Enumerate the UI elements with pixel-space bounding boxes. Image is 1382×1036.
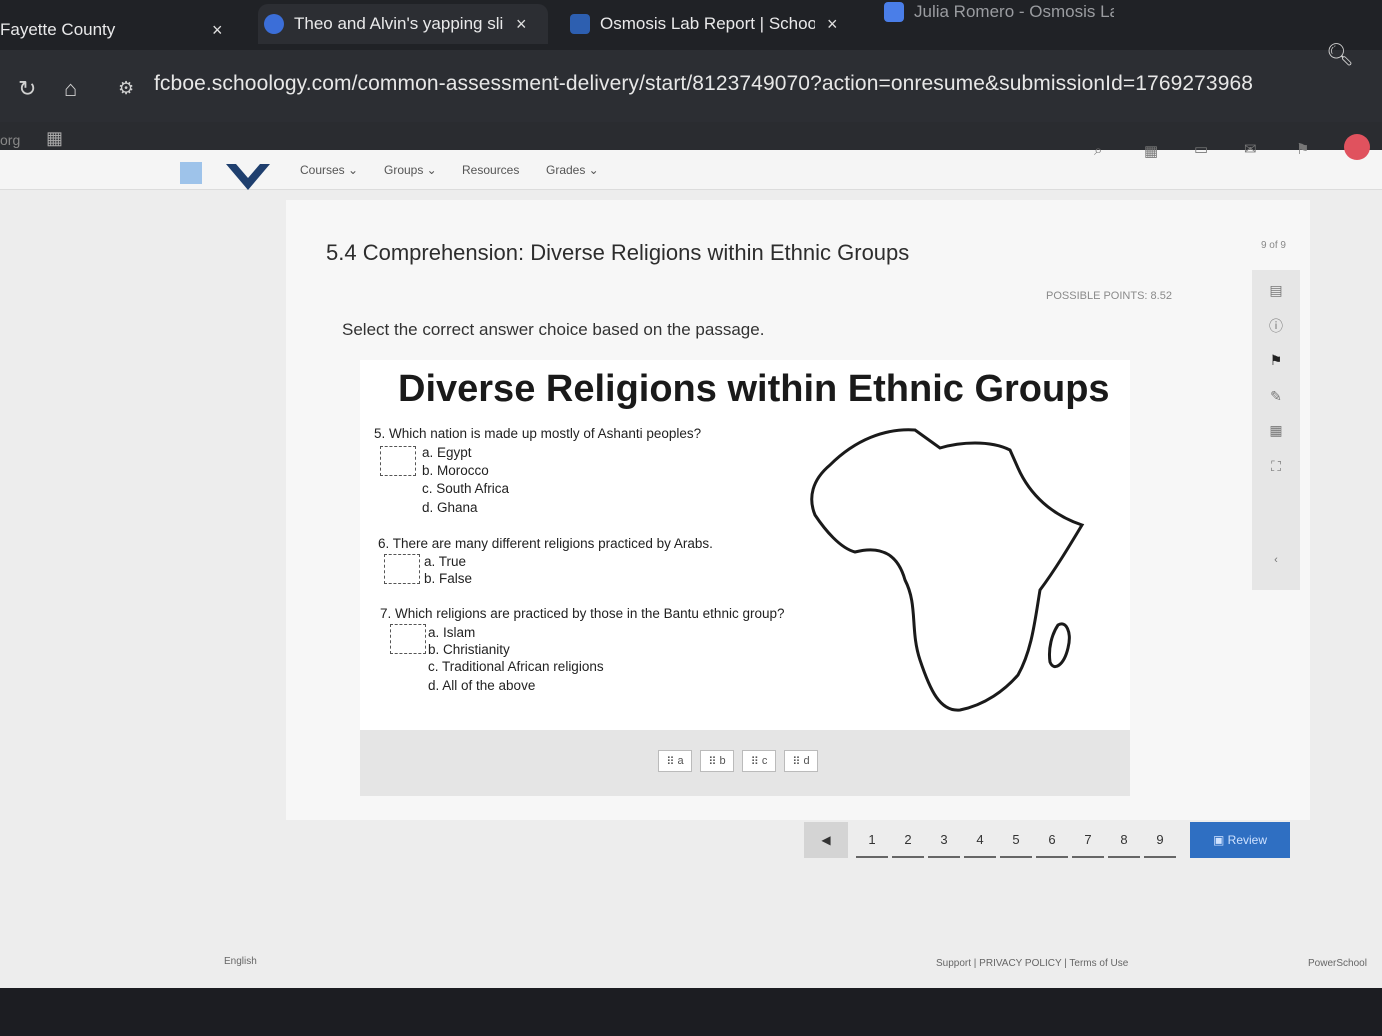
- drag-choice-b[interactable]: ⠿ b: [700, 750, 734, 772]
- page-2-button[interactable]: 2: [892, 822, 924, 858]
- question-7: 7. Which religions are practiced by thos…: [380, 606, 785, 621]
- page-1-button[interactable]: 1: [856, 822, 888, 858]
- page-footer: English Support | PRIVACY POLICY | Terms…: [0, 950, 1382, 980]
- previous-question-button[interactable]: ◀: [804, 822, 848, 858]
- drag-handle-icon: ⠿: [792, 755, 804, 768]
- africa-map-icon: [810, 428, 1085, 712]
- powerschool-logo-icon: [180, 162, 202, 184]
- highlighter-icon[interactable]: ✎: [1266, 386, 1286, 406]
- browser-address-bar: ↻ ⌂ ⚙ fcboe.schoology.com/common-assessm…: [0, 42, 1382, 122]
- docs-favicon-icon: [884, 2, 904, 22]
- fullscreen-icon[interactable]: ⛶: [1266, 456, 1286, 476]
- tab-title: Fayette County: [0, 20, 116, 39]
- drag-handle-icon: ⠿: [750, 755, 762, 768]
- passage-image: Diverse Religions within Ethnic Groups 5…: [360, 360, 1130, 730]
- close-tab-icon[interactable]: ×: [212, 20, 223, 41]
- option: b. False: [424, 571, 473, 586]
- footer-links[interactable]: Support | PRIVACY POLICY | Terms of Use: [936, 958, 1128, 969]
- drag-choice-a[interactable]: ⠿ a: [658, 750, 692, 772]
- bookmark-org[interactable]: org: [0, 132, 20, 148]
- schoology-logo-icon[interactable]: [226, 160, 270, 194]
- assessment-title: 5.4 Comprehension: Diverse Religions wit…: [326, 240, 910, 265]
- option: b. Morocco: [422, 463, 489, 478]
- apps-icon[interactable]: ▦: [1144, 142, 1162, 160]
- answer-choices-tray: ⠿ a ⠿ b ⠿ c ⠿ d: [360, 730, 1130, 796]
- page-3-button[interactable]: 3: [928, 822, 960, 858]
- flag-icon[interactable]: ⚑: [1266, 350, 1286, 370]
- question-instruction: Select the correct answer choice based o…: [342, 320, 765, 339]
- option: a. Islam: [428, 625, 476, 640]
- answer-drop-box-5[interactable]: [380, 446, 416, 476]
- passage-title: Diverse Religions within Ethnic Groups: [398, 368, 1110, 410]
- review-icon: ▣: [1212, 833, 1228, 847]
- answer-drop-box-6[interactable]: [384, 554, 420, 584]
- tab-julia-romero[interactable]: Julia Romero - Osmosis Lab: [884, 0, 1184, 32]
- answer-drop-box-7[interactable]: [390, 624, 426, 654]
- notifications-icon[interactable]: ⚑: [1296, 140, 1314, 158]
- schoology-favicon-icon: [570, 14, 590, 34]
- drag-handle-icon: ⠿: [708, 755, 720, 768]
- drag-choice-d[interactable]: ⠿ d: [784, 750, 818, 772]
- url-field[interactable]: fcboe.schoology.com/common-assessment-de…: [154, 72, 1253, 96]
- info-icon[interactable]: ⓘ: [1266, 316, 1286, 336]
- nav-groups[interactable]: Groups ⌄: [384, 163, 437, 177]
- question-counter: 9 of 9: [1260, 240, 1286, 251]
- assessment-panel: 5.4 Comprehension: Diverse Religions wit…: [286, 200, 1310, 820]
- option: c. Traditional African religions: [428, 659, 604, 674]
- calendar-icon[interactable]: ▭: [1194, 140, 1212, 158]
- page-6-button[interactable]: 6: [1036, 822, 1068, 858]
- option: c. South Africa: [422, 481, 510, 496]
- schoology-top-nav: Courses ⌄ Groups ⌄ Resources Grades ⌄ ⌕ …: [0, 134, 1382, 190]
- messages-icon[interactable]: ✉: [1244, 140, 1262, 158]
- tab-title: Theo and Alvin's yapping sli: [294, 14, 504, 33]
- tab-osmosis-lab[interactable]: Osmosis Lab Report | Schoo ×: [570, 4, 855, 44]
- close-tab-icon[interactable]: ×: [827, 14, 838, 35]
- option: a. Egypt: [422, 445, 472, 460]
- reference-icon[interactable]: ▤: [1266, 280, 1286, 300]
- nav-resources[interactable]: Resources: [462, 163, 519, 177]
- question-5: 5. Which nation is made up mostly of Ash…: [374, 426, 702, 441]
- apps-grid-icon[interactable]: ▦: [46, 128, 63, 149]
- close-tab-icon[interactable]: ×: [516, 14, 527, 35]
- page-5-button[interactable]: 5: [1000, 822, 1032, 858]
- option: d. All of the above: [428, 678, 536, 693]
- tab-fayette-county[interactable]: Fayette County ×: [0, 10, 223, 50]
- drag-handle-icon: ⠿: [666, 755, 678, 768]
- review-label: Review: [1227, 833, 1268, 847]
- review-button[interactable]: ▣ Review: [1190, 822, 1290, 858]
- question-tools-sidebar: ▤ ⓘ ⚑ ✎ ▦ ⛶ ‹: [1252, 270, 1300, 590]
- nav-courses[interactable]: Courses ⌄: [300, 163, 358, 177]
- tab-title: Osmosis Lab Report | Schoo: [600, 14, 815, 33]
- option: b. Christianity: [428, 642, 510, 657]
- page-9-button[interactable]: 9: [1144, 822, 1176, 858]
- tab-theo-alvin[interactable]: Theo and Alvin's yapping sli ×: [258, 4, 548, 44]
- page-4-button[interactable]: 4: [964, 822, 996, 858]
- question-6: 6. There are many different religions pr…: [378, 536, 713, 551]
- calculator-icon[interactable]: ▦: [1266, 420, 1286, 440]
- tab-title: Julia Romero - Osmosis Lab: [914, 2, 1114, 21]
- slides-favicon-icon: [264, 14, 284, 34]
- option: d. Ghana: [422, 500, 478, 515]
- possible-points: POSSIBLE POINTS: 8.52: [1046, 290, 1172, 302]
- browser-tab-bar: Fayette County × Theo and Alvin's yappin…: [0, 0, 1382, 50]
- home-icon[interactable]: ⌂: [64, 76, 77, 102]
- language-selector[interactable]: English: [224, 956, 257, 967]
- option: a. True: [424, 554, 467, 569]
- zoom-icon[interactable]: 🔍︎: [1326, 42, 1354, 68]
- collapse-icon[interactable]: ‹: [1266, 550, 1286, 570]
- site-settings-icon[interactable]: ⚙: [118, 78, 134, 99]
- avatar[interactable]: [1344, 134, 1370, 160]
- search-icon[interactable]: ⌕: [1094, 142, 1112, 159]
- schoology-page: Courses ⌄ Groups ⌄ Resources Grades ⌄ ⌕ …: [0, 134, 1382, 988]
- page-8-button[interactable]: 8: [1108, 822, 1140, 858]
- reload-icon[interactable]: ↻: [18, 76, 36, 102]
- nav-grades[interactable]: Grades ⌄: [546, 163, 599, 177]
- drag-choice-c[interactable]: ⠿ c: [742, 750, 776, 772]
- footer-brand: PowerSchool: [1308, 958, 1367, 969]
- page-7-button[interactable]: 7: [1072, 822, 1104, 858]
